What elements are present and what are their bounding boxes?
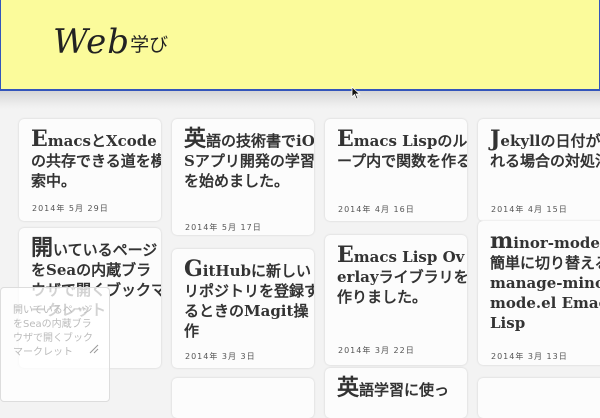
post-title[interactable]: GitHubに新しいリポジトリを登録するときのMagit操作 [184, 256, 314, 341]
post-title[interactable]: Emacs Lispのループ内で関数を作る [337, 126, 467, 171]
post-title-cap: m [490, 228, 514, 254]
post-card[interactable]: minor-modeを簡単に切り替える manage-minor-mode.el… [478, 221, 600, 365]
post-title-cap: E [31, 126, 48, 152]
post-card[interactable]: EmacsとXcodeの共存できる道を模索中。 2014年 5月 29日 [19, 119, 161, 221]
post-title-cap: 英 [184, 126, 207, 152]
post-title[interactable]: EmacsとXcodeの共存できる道を模索中。 [31, 126, 161, 191]
post-date: 2014年 4月 16日 [338, 205, 415, 214]
post-card[interactable]: Emacs Lispのループ内で関数を作る 2014年 4月 16日 [325, 119, 467, 221]
site-header: Web学び [0, 0, 600, 91]
post-date: 2014年 5月 17日 [185, 223, 262, 232]
post-title-cap: 開 [31, 235, 54, 261]
post-date: 2014年 3月 13日 [491, 352, 568, 361]
post-title-rest: ekyllの日付がずれる場合の対処法 [490, 132, 600, 170]
post-title-cap: J [490, 126, 501, 152]
post-title-cap: 英 [337, 375, 360, 401]
header-shadow [0, 91, 600, 109]
post-date: 2014年 3月 22日 [338, 346, 415, 355]
post-title-cap: E [337, 126, 354, 152]
post-title-rest: macs Lisp Overlayライブラリを作りました。 [337, 248, 467, 306]
post-card[interactable]: Jekyllの日付がずれる場合の対処法 2014年 4月 15日 [478, 119, 600, 221]
post-card[interactable]: 英語学習に使っ [325, 368, 467, 418]
post-title-cap: E [337, 242, 354, 268]
post-title-rest: macs Lispのループ内で関数を作る [337, 132, 467, 170]
site-logo[interactable]: Web学び [53, 22, 168, 62]
post-title[interactable]: 英語学習に使っ [337, 375, 467, 401]
logo-sub-text: 学び [130, 34, 169, 56]
post-title[interactable]: minor-modeを簡単に切り替える manage-minor-mode.el… [490, 228, 600, 333]
post-card[interactable] [172, 378, 314, 418]
post-card[interactable]: GitHubに新しいリポジトリを登録するときのMagit操作 2014年 3月 … [172, 249, 314, 368]
post-title-cap: G [184, 256, 203, 282]
post-title-rest: itHubに新しいリポジトリを登録するときのMagit操作 [184, 262, 314, 340]
post-title-rest: macsとXcodeの共存できる道を模索中。 [31, 132, 161, 190]
mouse-pointer-icon [351, 86, 361, 100]
resize-handle-icon[interactable] [89, 344, 99, 354]
post-card[interactable]: Emacs Lisp Overlayライブラリを作りました。 2014年 3月 … [325, 235, 467, 365]
post-title[interactable]: Emacs Lisp Overlayライブラリを作りました。 [337, 242, 467, 307]
post-date: 2014年 4月 15日 [491, 205, 568, 214]
overlay-text: 開いているページをSeaの内蔵ブラウザで開くブックマークレット [13, 305, 93, 358]
post-title-rest: 語学習に使っ [359, 381, 450, 399]
bookmarklet-overlay[interactable]: 開いているページをSeaの内蔵ブラウザで開くブックマークレット [0, 287, 110, 402]
post-card[interactable] [478, 378, 600, 418]
logo-main-text: Web [53, 22, 131, 62]
post-date: 2014年 3月 3日 [185, 352, 256, 361]
post-title[interactable]: 英語の技術書でiOSアプリ開発の学習を始めました。 [184, 126, 314, 191]
post-card[interactable]: 英語の技術書でiOSアプリ開発の学習を始めました。 2014年 5月 17日 [172, 119, 314, 235]
post-date: 2014年 5月 29日 [32, 204, 109, 213]
post-title[interactable]: Jekyllの日付がずれる場合の対処法 [490, 126, 600, 171]
